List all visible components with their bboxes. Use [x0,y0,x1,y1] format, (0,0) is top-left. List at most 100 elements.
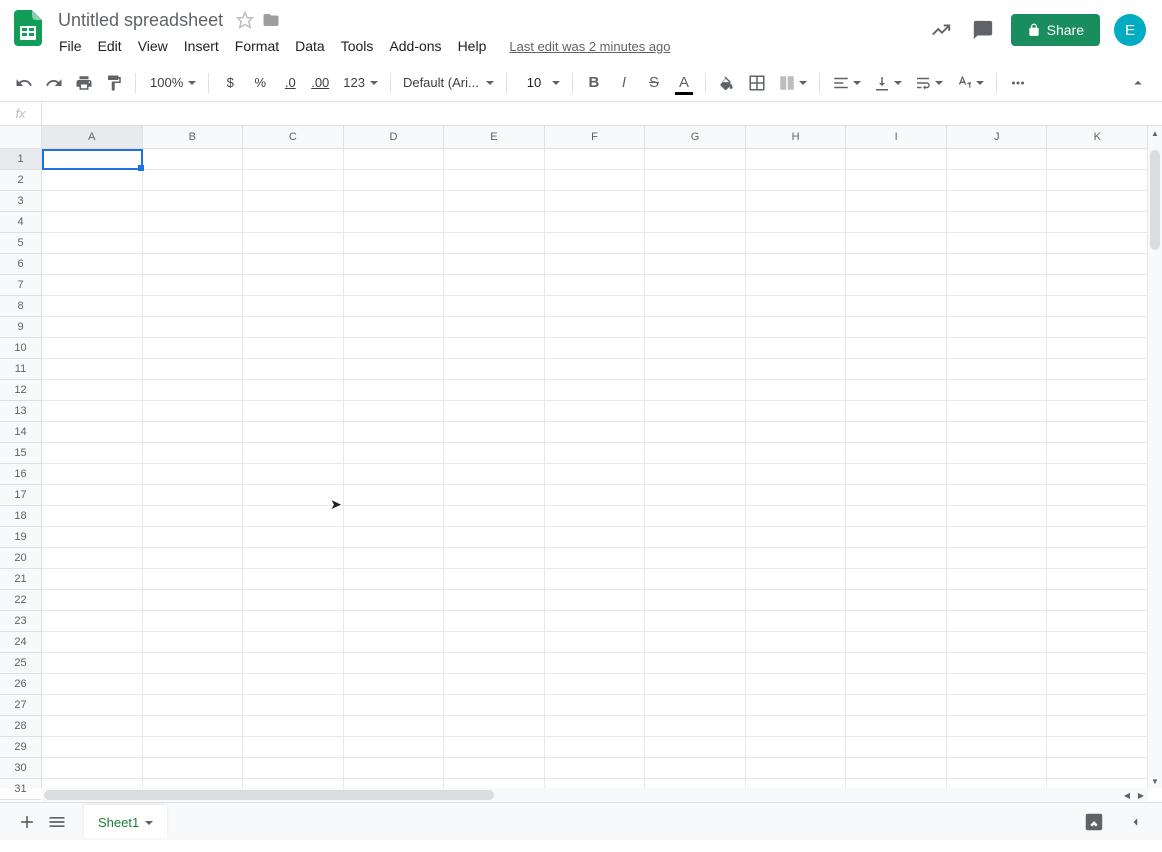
cell[interactable] [344,758,445,779]
cell[interactable] [746,443,847,464]
cell[interactable] [344,359,445,380]
cell[interactable] [344,674,445,695]
scroll-right-arrow[interactable]: ▶ [1134,788,1148,802]
cell[interactable] [645,191,746,212]
row-header[interactable]: 21 [0,569,41,590]
cell[interactable] [746,170,847,191]
row-header[interactable]: 9 [0,317,41,338]
cell[interactable] [746,485,847,506]
cell[interactable] [1047,653,1148,674]
cell[interactable] [42,212,143,233]
cell[interactable] [243,380,344,401]
collapse-toolbar-button[interactable] [1124,69,1152,97]
cell[interactable] [947,695,1048,716]
paint-format-button[interactable] [100,69,128,97]
cell[interactable] [947,191,1048,212]
cell[interactable] [545,548,646,569]
cell[interactable] [645,632,746,653]
cell[interactable] [846,485,947,506]
row-header[interactable]: 18 [0,506,41,527]
cell[interactable] [344,632,445,653]
row-header[interactable]: 6 [0,254,41,275]
move-folder-icon[interactable] [261,10,281,30]
cell[interactable] [243,611,344,632]
cell[interactable] [143,758,244,779]
cell[interactable] [243,233,344,254]
cell[interactable] [746,422,847,443]
cell[interactable] [444,506,545,527]
cell[interactable] [143,422,244,443]
row-header[interactable]: 8 [0,296,41,317]
row-header[interactable]: 1 [0,149,41,170]
horizontal-scrollbar[interactable]: ◀ ▶ [42,788,1148,802]
cell[interactable] [1047,611,1148,632]
cell[interactable] [947,359,1048,380]
cell[interactable] [444,653,545,674]
cell[interactable] [42,233,143,254]
row-header[interactable]: 26 [0,674,41,695]
cell[interactable] [143,401,244,422]
cell[interactable] [42,317,143,338]
cell[interactable] [344,506,445,527]
cell[interactable] [243,275,344,296]
cell[interactable] [444,275,545,296]
side-panel-toggle[interactable] [1120,807,1150,837]
cell[interactable] [947,737,1048,758]
formula-input[interactable] [42,102,1162,125]
cell[interactable] [545,338,646,359]
share-button[interactable]: Share [1011,14,1100,46]
cell[interactable] [947,254,1048,275]
cell[interactable] [545,380,646,401]
cell[interactable] [444,254,545,275]
cell[interactable] [344,590,445,611]
cell[interactable] [42,149,143,170]
cell[interactable] [143,716,244,737]
cell[interactable] [746,359,847,380]
cell[interactable] [344,275,445,296]
menu-addons[interactable]: Add-ons [382,34,448,58]
cell[interactable] [344,443,445,464]
cell[interactable] [344,212,445,233]
cell[interactable] [444,548,545,569]
row-header[interactable]: 13 [0,401,41,422]
cell[interactable] [545,611,646,632]
cell[interactable] [846,170,947,191]
print-button[interactable] [70,69,98,97]
cell[interactable] [143,149,244,170]
cell[interactable] [143,590,244,611]
cell[interactable] [1047,716,1148,737]
cell[interactable] [1047,149,1148,170]
cell[interactable] [1047,527,1148,548]
cell[interactable] [846,632,947,653]
cell[interactable] [846,758,947,779]
row-header[interactable]: 31 [0,779,41,800]
sheet-menu-caret-icon[interactable] [145,821,153,825]
column-header[interactable]: D [344,126,445,148]
row-header[interactable]: 5 [0,233,41,254]
cell[interactable] [846,569,947,590]
cell[interactable] [444,422,545,443]
cell[interactable] [444,674,545,695]
cell[interactable] [746,275,847,296]
cell[interactable] [846,674,947,695]
cell[interactable] [947,464,1048,485]
scroll-up-arrow[interactable]: ▲ [1148,126,1162,140]
cell[interactable] [42,548,143,569]
row-header[interactable]: 17 [0,485,41,506]
last-edit-link[interactable]: Last edit was 2 minutes ago [509,39,670,54]
cell[interactable] [444,296,545,317]
cell[interactable] [746,191,847,212]
cell[interactable] [947,317,1048,338]
column-header[interactable]: C [243,126,344,148]
cell[interactable] [947,296,1048,317]
cell[interactable] [545,716,646,737]
cell[interactable] [947,380,1048,401]
cell[interactable] [746,401,847,422]
cell[interactable] [143,485,244,506]
cell[interactable] [947,275,1048,296]
cell[interactable] [846,695,947,716]
cell[interactable] [545,527,646,548]
cell[interactable] [42,506,143,527]
cell[interactable] [947,758,1048,779]
cell[interactable] [645,485,746,506]
